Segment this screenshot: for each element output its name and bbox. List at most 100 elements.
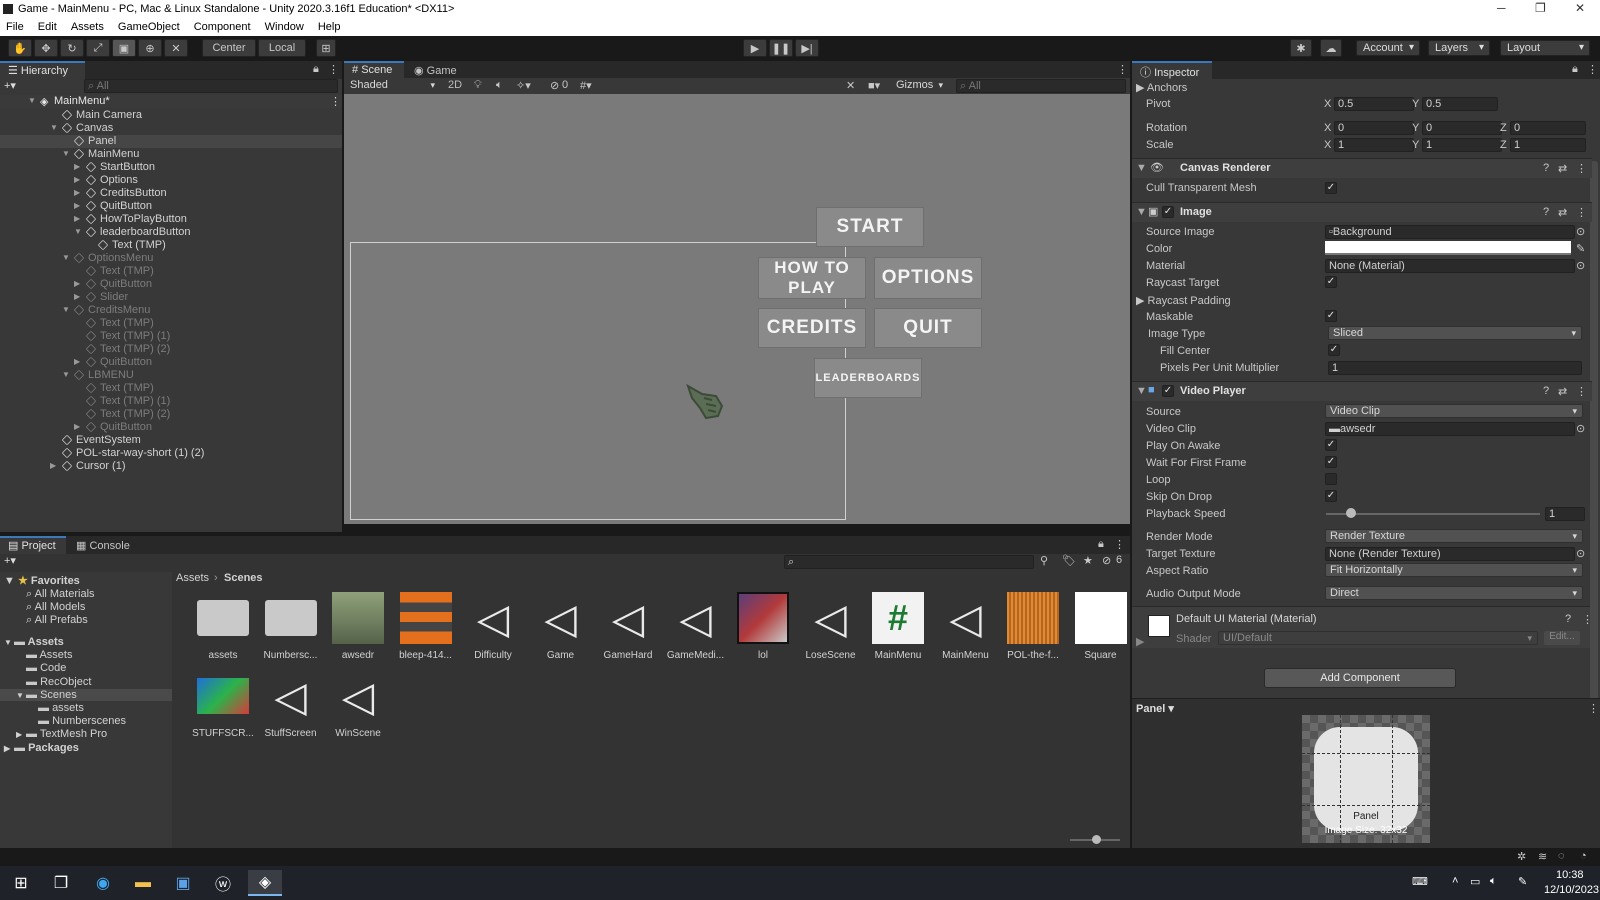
favorite-all-prefabs[interactable]: ⌕ All Prefabs bbox=[26, 614, 88, 627]
folder-tree-item[interactable]: ▬ Numberscenes bbox=[0, 715, 172, 727]
expand-arrow-icon[interactable]: ▶ bbox=[50, 461, 56, 470]
menu-component[interactable]: Component bbox=[188, 19, 256, 33]
kebab-menu-icon[interactable]: ⋮ bbox=[1114, 538, 1125, 551]
minimize-icon[interactable]: ─ bbox=[1497, 1, 1506, 15]
help-icon[interactable]: ? bbox=[1543, 385, 1549, 397]
expand-arrow-icon[interactable]: ▶ bbox=[74, 214, 80, 223]
expand-arrow-icon[interactable]: ▼ bbox=[16, 691, 26, 700]
breadcrumb-assets[interactable]: Assets bbox=[176, 572, 209, 584]
hierarchy-row[interactable]: Text (TMP) bbox=[0, 382, 342, 395]
scale-y-field[interactable]: 1 bbox=[1422, 138, 1502, 152]
video-player-enabled-checkbox[interactable]: ✓ bbox=[1162, 385, 1174, 397]
pivot-x-field[interactable]: 0.5 bbox=[1334, 97, 1414, 111]
rotation-y-field[interactable]: 0 bbox=[1422, 121, 1502, 135]
expand-arrow-icon[interactable]: ▶ bbox=[74, 279, 80, 288]
folder-tree-item[interactable]: ▬ Code bbox=[0, 662, 172, 674]
collab-icon[interactable]: ✱ bbox=[1290, 39, 1312, 57]
lighting-icon[interactable]: 💡︎ bbox=[474, 79, 482, 92]
hierarchy-row[interactable]: Text (TMP) (1) bbox=[0, 330, 342, 343]
pause-icon[interactable]: ❚❚ bbox=[769, 39, 793, 57]
tab-game[interactable]: ◉ Game bbox=[406, 61, 466, 79]
playback-speed-slider-handle[interactable] bbox=[1346, 508, 1356, 518]
edge-browser-icon[interactable]: ◉ bbox=[86, 870, 120, 896]
pen-icon[interactable]: ✎ bbox=[1518, 875, 1527, 888]
hierarchy-row[interactable]: Main Camera bbox=[0, 109, 342, 122]
tab-console[interactable]: ▦ Console bbox=[68, 536, 138, 554]
scene-search-input[interactable]: ⌕ All bbox=[956, 79, 1126, 93]
unity-taskbar-icon[interactable]: ◈ bbox=[248, 870, 282, 896]
tab-project[interactable]: ▤ Project bbox=[0, 536, 66, 554]
expand-arrow-icon[interactable]: ▶ bbox=[74, 422, 80, 431]
preview-menu-icon[interactable]: ⋮ bbox=[1588, 702, 1599, 715]
leaderboards-button[interactable]: LEADERBOARDS bbox=[814, 358, 922, 398]
network-icon[interactable]: ▭ bbox=[1470, 875, 1480, 888]
hierarchy-row[interactable]: ▼ OptionsMenu bbox=[0, 252, 342, 265]
scene-viewport[interactable]: START HOW TO PLAY OPTIONS CREDITS QUIT L… bbox=[344, 94, 1130, 524]
folder-tree-item[interactable]: ▬ Assets bbox=[0, 649, 172, 661]
loop-checkbox[interactable] bbox=[1325, 473, 1337, 485]
menu-window[interactable]: Window bbox=[259, 19, 309, 33]
project-search-input[interactable]: ⌕ bbox=[784, 555, 1034, 569]
scale-tool-icon[interactable]: ⤢ bbox=[86, 39, 110, 57]
rotate-tool-icon[interactable]: ↻ bbox=[60, 39, 84, 57]
menu-help[interactable]: Help bbox=[312, 19, 346, 33]
favorite-all-materials[interactable]: ⌕ All Materials bbox=[26, 588, 95, 601]
video-player-header[interactable]: ▼ ■ ✓ Video Player ? ⇄ ⋮ bbox=[1132, 381, 1592, 401]
lock-icon[interactable]: 🔒︎ bbox=[313, 63, 319, 76]
expand-arrow-icon[interactable]: ▼ bbox=[62, 370, 70, 379]
shader-edit-button[interactable]: Edit... bbox=[1544, 631, 1580, 645]
quit-button[interactable]: QUIT bbox=[874, 308, 982, 348]
hierarchy-row[interactable]: ▶ Options bbox=[0, 174, 342, 187]
folder-tree-item[interactable]: ▼ ▬ Assets bbox=[0, 636, 172, 648]
raycast-padding-foldout[interactable]: ▶ Raycast Padding bbox=[1136, 294, 1231, 307]
kebab-menu-icon[interactable]: ⋮ bbox=[1587, 63, 1598, 76]
asset-item[interactable]: ◁ WinScene bbox=[325, 670, 391, 746]
volume-icon[interactable]: 🔈︎ bbox=[1490, 875, 1497, 888]
hierarchy-row[interactable]: Text (TMP) bbox=[0, 317, 342, 330]
maskable-checkbox[interactable]: ✓ bbox=[1325, 310, 1337, 322]
expand-arrow-icon[interactable]: ▼ bbox=[62, 253, 70, 262]
component-menu-icon[interactable]: ⋮ bbox=[1576, 206, 1587, 219]
presets-icon[interactable]: ⇄ bbox=[1558, 162, 1567, 175]
lock-icon[interactable]: 🔒︎ bbox=[1098, 538, 1104, 551]
ppu-multiplier-field[interactable]: 1 bbox=[1328, 361, 1582, 375]
create-asset-button[interactable]: +▾ bbox=[4, 554, 16, 567]
render-mode-dropdown[interactable]: Render Texture bbox=[1325, 529, 1583, 543]
expand-arrow-icon[interactable]: ▼ bbox=[50, 123, 58, 132]
expand-arrow-icon[interactable]: ▶ bbox=[74, 162, 80, 171]
task-view-icon[interactable]: ❐ bbox=[44, 870, 78, 896]
tray-chevron-icon[interactable]: ˄ bbox=[1452, 875, 1458, 887]
asset-item[interactable]: awsedr bbox=[325, 592, 391, 668]
toggle-2d-button[interactable]: 2D bbox=[448, 79, 464, 91]
inspector-scrollbar[interactable] bbox=[1590, 161, 1598, 741]
asset-item[interactable]: STUFFSCR... bbox=[190, 670, 256, 746]
scene-menu-icon[interactable]: ⋮ bbox=[1117, 63, 1128, 76]
grid-snap-icon[interactable]: ⊞ bbox=[316, 39, 336, 57]
folder-tree-item[interactable]: ▶ ▬ Packages bbox=[0, 742, 172, 754]
foldout-arrow-icon[interactable]: ▼ bbox=[1136, 385, 1147, 397]
bug-icon[interactable]: ✲ bbox=[1517, 850, 1526, 863]
skip-on-drop-checkbox[interactable]: ✓ bbox=[1325, 490, 1337, 502]
asset-item[interactable]: Numbersc... bbox=[258, 592, 324, 668]
aspect-ratio-dropdown[interactable]: Fit Horizontally bbox=[1325, 563, 1583, 577]
expand-arrow-icon[interactable]: ▼ bbox=[62, 305, 70, 314]
how-to-play-button[interactable]: HOW TO PLAY bbox=[758, 257, 866, 299]
expand-arrow-icon[interactable]: ▼ bbox=[62, 149, 70, 158]
foldout-arrow-icon[interactable]: ▼ bbox=[1136, 162, 1147, 174]
effects-icon[interactable]: ✧▾ bbox=[516, 79, 531, 92]
video-source-dropdown[interactable]: Video Clip bbox=[1325, 404, 1583, 418]
hidden-packages-icon[interactable]: ⊘ bbox=[1102, 554, 1111, 567]
pivot-local-toggle[interactable]: Local bbox=[258, 39, 306, 57]
hierarchy-row[interactable]: ▶ Slider bbox=[0, 291, 342, 304]
expand-arrow-icon[interactable]: ▶ bbox=[16, 730, 26, 739]
transform-tool-icon[interactable]: ⊕ bbox=[138, 39, 162, 57]
hierarchy-row[interactable]: POL-star-way-short (1) (2) bbox=[0, 447, 342, 460]
keyboard-icon[interactable]: ⌨ bbox=[1412, 875, 1428, 888]
pivot-center-toggle[interactable]: Center bbox=[202, 39, 256, 57]
rotation-x-field[interactable]: 0 bbox=[1334, 121, 1414, 135]
hierarchy-row[interactable]: ▼ MainMenu bbox=[0, 148, 342, 161]
credits-button[interactable]: CREDITS bbox=[758, 308, 866, 348]
audio-output-dropdown[interactable]: Direct bbox=[1325, 586, 1583, 600]
image-enabled-checkbox[interactable]: ✓ bbox=[1162, 206, 1174, 218]
hierarchy-row[interactable]: ▶ QuitButton bbox=[0, 278, 342, 291]
